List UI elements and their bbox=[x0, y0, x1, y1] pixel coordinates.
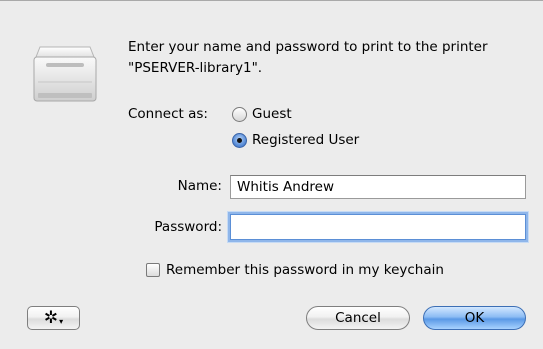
action-menu-button[interactable]: ✲ ▾ bbox=[27, 306, 80, 330]
chevron-down-icon: ▾ bbox=[59, 316, 64, 326]
remember-password-checkbox[interactable] bbox=[146, 263, 160, 277]
ok-button[interactable]: OK bbox=[423, 306, 526, 330]
password-field[interactable] bbox=[230, 214, 526, 240]
guest-radio-label[interactable]: Guest bbox=[252, 106, 292, 122]
remember-password-option[interactable]: Remember this password in my keychain bbox=[146, 262, 444, 278]
guest-radio-option[interactable]: Guest bbox=[232, 106, 292, 122]
name-field[interactable] bbox=[230, 175, 526, 199]
registered-user-radio-button[interactable] bbox=[232, 132, 247, 148]
registered-user-radio-label[interactable]: Registered User bbox=[252, 132, 359, 148]
remember-password-label[interactable]: Remember this password in my keychain bbox=[166, 262, 444, 278]
print-login-dialog: Enter your name and password to print to… bbox=[0, 0, 543, 349]
password-label: Password: bbox=[154, 219, 222, 235]
cancel-button[interactable]: Cancel bbox=[306, 306, 410, 330]
printer-icon bbox=[33, 46, 97, 102]
gear-icon: ✲ bbox=[43, 307, 59, 328]
registered-user-radio-option[interactable]: Registered User bbox=[232, 132, 359, 148]
connect-as-label: Connect as: bbox=[128, 106, 208, 122]
guest-radio-button[interactable] bbox=[232, 106, 247, 122]
name-label: Name: bbox=[177, 178, 222, 194]
dialog-message: Enter your name and password to print to… bbox=[128, 39, 488, 76]
